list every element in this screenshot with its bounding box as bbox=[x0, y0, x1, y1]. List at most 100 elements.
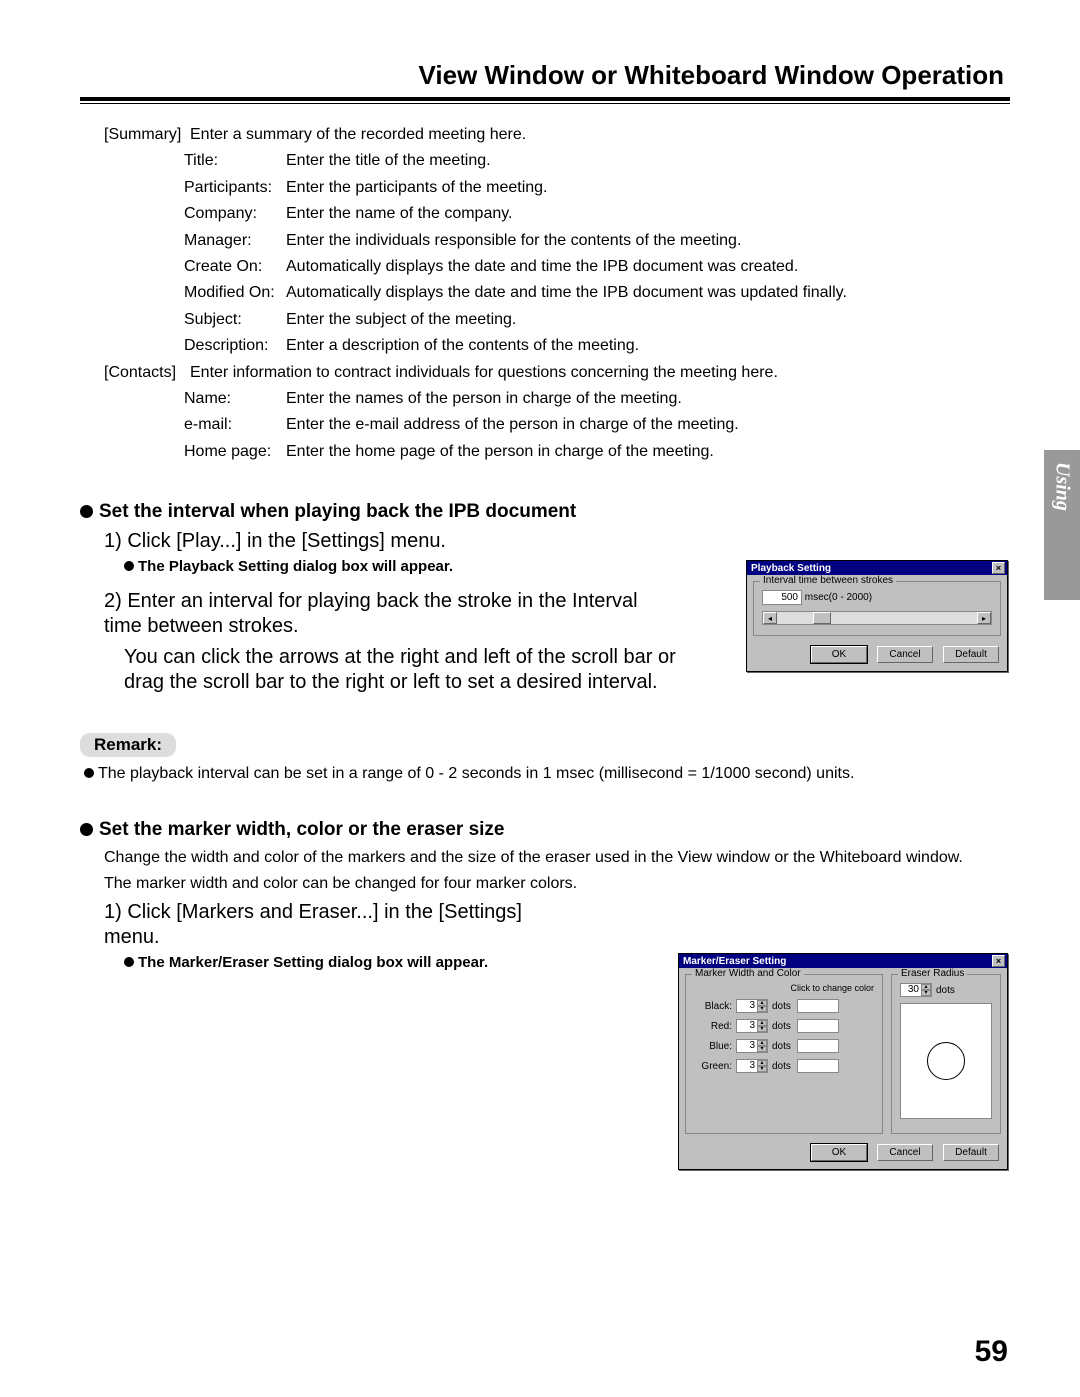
bullet-icon bbox=[124, 561, 134, 571]
summary-key: Create On: bbox=[184, 254, 286, 280]
divider-thick bbox=[80, 97, 1010, 101]
close-icon[interactable]: × bbox=[992, 955, 1005, 967]
spin-down-icon[interactable]: ▾ bbox=[757, 1006, 767, 1012]
eraser-fieldset: Eraser Radius 30▴▾ dots bbox=[891, 974, 1001, 1134]
summary-val: Enter the title of the meeting. bbox=[286, 148, 491, 174]
width-stepper[interactable]: 3▴▾ bbox=[736, 1019, 768, 1033]
bullet-icon bbox=[80, 823, 93, 836]
marker-step-1: 1) Click [Markers and Eraser...] in the … bbox=[104, 900, 574, 950]
fieldset-legend: Marker Width and Color bbox=[692, 968, 804, 979]
marker-label: Red: bbox=[694, 1021, 732, 1032]
cancel-button[interactable]: Cancel bbox=[877, 646, 933, 663]
section-title-interval: Set the interval when playing back the I… bbox=[80, 501, 1010, 523]
spin-down-icon[interactable]: ▾ bbox=[757, 1066, 767, 1072]
interval-fieldset: Interval time between strokes 500 msec(0… bbox=[753, 581, 1001, 636]
bullet-icon bbox=[124, 957, 134, 967]
fieldset-legend: Eraser Radius bbox=[898, 968, 967, 979]
fieldset-legend: Interval time between strokes bbox=[760, 575, 896, 586]
marker-label: Black: bbox=[694, 1001, 732, 1012]
section-title-marker: Set the marker width, color or the erase… bbox=[80, 819, 1010, 841]
summary-block: [Summary] Enter a summary of the recorde… bbox=[104, 122, 1010, 465]
marker-desc-a: Change the width and color of the marker… bbox=[104, 847, 1010, 869]
summary-key: Manager: bbox=[184, 228, 286, 254]
interval-unit: msec(0 - 2000) bbox=[805, 592, 872, 603]
spin-down-icon[interactable]: ▾ bbox=[757, 1046, 767, 1052]
divider-thin bbox=[80, 103, 1010, 104]
width-stepper[interactable]: 3▴▾ bbox=[736, 1059, 768, 1073]
contacts-key: Home page: bbox=[184, 439, 286, 465]
summary-desc: Enter a summary of the recorded meeting … bbox=[190, 122, 526, 148]
dialog-title: Playback Setting bbox=[751, 563, 831, 574]
contacts-val: Enter the names of the person in charge … bbox=[286, 386, 682, 412]
scroll-thumb[interactable] bbox=[813, 612, 831, 624]
contacts-val: Enter the home page of the person in cha… bbox=[286, 439, 714, 465]
contacts-key: Name: bbox=[184, 386, 286, 412]
summary-val: Enter the individuals responsible for th… bbox=[286, 228, 741, 254]
summary-category: [Summary] bbox=[104, 122, 190, 148]
page-number: 59 bbox=[975, 1335, 1008, 1369]
step-1: 1) Click [Play...] in the [Settings] men… bbox=[104, 529, 664, 554]
summary-val: Enter the subject of the meeting. bbox=[286, 307, 516, 333]
dialog-title: Marker/Eraser Setting bbox=[683, 956, 786, 967]
step-2a: 2) Enter an interval for playing back th… bbox=[104, 589, 664, 639]
default-button[interactable]: Default bbox=[943, 646, 999, 663]
ok-button[interactable]: OK bbox=[811, 646, 867, 663]
summary-key: Company: bbox=[184, 201, 286, 227]
ok-button[interactable]: OK bbox=[811, 1144, 867, 1161]
remark-label: Remark: bbox=[80, 733, 176, 757]
side-tab-label: Using bbox=[1051, 450, 1074, 511]
unit-label: dots bbox=[936, 985, 955, 996]
scroll-left-icon[interactable]: ◂ bbox=[763, 612, 777, 624]
spin-down-icon[interactable]: ▾ bbox=[921, 990, 931, 996]
side-tab: Using bbox=[1044, 450, 1080, 600]
unit-label: dots bbox=[772, 1041, 791, 1052]
spin-down-icon[interactable]: ▾ bbox=[757, 1026, 767, 1032]
color-swatch[interactable] bbox=[797, 999, 839, 1013]
summary-key: Subject: bbox=[184, 307, 286, 333]
marker-label: Blue: bbox=[694, 1041, 732, 1052]
color-hint: Click to change color bbox=[694, 983, 874, 993]
contacts-category: [Contacts] bbox=[104, 360, 190, 386]
contacts-val: Enter the e-mail address of the person i… bbox=[286, 412, 739, 438]
bullet-icon bbox=[80, 505, 93, 518]
summary-val: Automatically displays the date and time… bbox=[286, 254, 798, 280]
summary-val: Enter a description of the contents of t… bbox=[286, 333, 639, 359]
close-icon[interactable]: × bbox=[992, 562, 1005, 574]
eraser-stepper[interactable]: 30▴▾ bbox=[900, 983, 932, 997]
dialog-titlebar: Marker/Eraser Setting × bbox=[679, 954, 1007, 968]
summary-key: Title: bbox=[184, 148, 286, 174]
interval-input[interactable]: 500 bbox=[762, 590, 802, 605]
unit-label: dots bbox=[772, 1021, 791, 1032]
marker-width-fieldset: Marker Width and Color Click to change c… bbox=[685, 974, 883, 1134]
playback-setting-dialog: Playback Setting × Interval time between… bbox=[746, 560, 1008, 672]
eraser-preview bbox=[900, 1003, 992, 1119]
page-title: View Window or Whiteboard Window Operati… bbox=[80, 60, 1010, 91]
default-button[interactable]: Default bbox=[943, 1144, 999, 1161]
marker-desc-b: The marker width and color can be change… bbox=[104, 873, 1010, 895]
bullet-icon bbox=[84, 768, 94, 778]
summary-key: Modified On: bbox=[184, 280, 286, 306]
summary-val: Automatically displays the date and time… bbox=[286, 280, 847, 306]
color-swatch[interactable] bbox=[797, 1039, 839, 1053]
summary-key: Participants: bbox=[184, 175, 286, 201]
dialog-titlebar: Playback Setting × bbox=[747, 561, 1007, 575]
scroll-right-icon[interactable]: ▸ bbox=[977, 612, 991, 624]
summary-key: Description: bbox=[184, 333, 286, 359]
unit-label: dots bbox=[772, 1001, 791, 1012]
interval-scrollbar[interactable]: ◂ ▸ bbox=[762, 611, 992, 625]
color-swatch[interactable] bbox=[797, 1059, 839, 1073]
cancel-button[interactable]: Cancel bbox=[877, 1144, 933, 1161]
scroll-track[interactable] bbox=[777, 612, 977, 624]
width-stepper[interactable]: 3▴▾ bbox=[736, 1039, 768, 1053]
step-2b: You can click the arrows at the right an… bbox=[124, 645, 684, 695]
circle-icon bbox=[927, 1042, 965, 1080]
summary-val: Enter the name of the company. bbox=[286, 201, 513, 227]
remark-text: The playback interval can be set in a ra… bbox=[84, 765, 1010, 783]
marker-label: Green: bbox=[694, 1061, 732, 1072]
color-swatch[interactable] bbox=[797, 1019, 839, 1033]
unit-label: dots bbox=[772, 1061, 791, 1072]
contacts-key: e-mail: bbox=[184, 412, 286, 438]
contacts-desc: Enter information to contract individual… bbox=[190, 360, 778, 386]
marker-eraser-dialog: Marker/Eraser Setting × Marker Width and… bbox=[678, 953, 1008, 1170]
width-stepper[interactable]: 3▴▾ bbox=[736, 999, 768, 1013]
